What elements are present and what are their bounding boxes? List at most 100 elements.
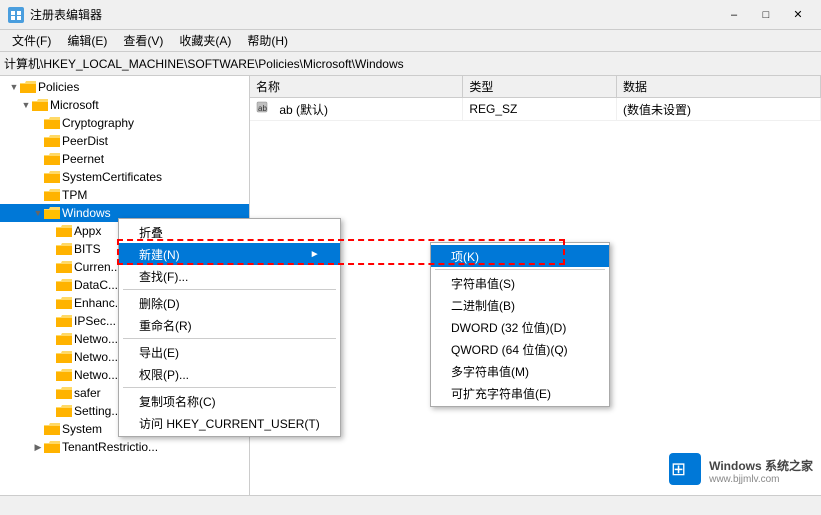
submenu-sep1	[435, 269, 605, 270]
folder-icon-system	[44, 422, 60, 436]
menu-help[interactable]: 帮助(H)	[239, 30, 296, 52]
tree-item-microsoft[interactable]: ▼ Microsoft	[0, 96, 249, 114]
menu-view[interactable]: 查看(V)	[115, 30, 171, 52]
folder-icon-peernet	[44, 152, 60, 166]
ctx-delete[interactable]: 删除(D)	[119, 292, 340, 314]
menu-edit[interactable]: 编辑(E)	[59, 30, 115, 52]
tree-label-appx: Appx	[74, 224, 101, 238]
folder-icon-ipsec	[56, 314, 72, 328]
cell-type: REG_SZ	[463, 98, 617, 121]
col-data: 数据	[617, 76, 821, 98]
tree-label-systemcerts: SystemCertificates	[62, 170, 162, 184]
folder-icon-peerdist	[44, 134, 60, 148]
ctx-copy-name[interactable]: 复制项名称(C)	[119, 390, 340, 412]
ctx-arrow-new: ►	[310, 249, 320, 260]
watermark: ⊞ Windows 系统之家 www.bjjmlv.com	[667, 451, 813, 490]
tree-item-peerdist[interactable]: ▶ PeerDist	[0, 132, 249, 150]
expand-icon-policies: ▼	[8, 81, 20, 93]
tree-label-tenantrestriction: TenantRestrictio...	[62, 440, 158, 454]
title-bar: 注册表编辑器 – □ ✕	[0, 0, 821, 30]
expand-icon-current: ▶	[44, 261, 56, 273]
table-row[interactable]: ab ab (默认) REG_SZ (数值未设置)	[250, 98, 821, 121]
folder-icon-netwo3	[56, 368, 72, 382]
expand-icon-tpm: ▶	[32, 189, 44, 201]
expand-icon-setting: ▶	[44, 405, 56, 417]
col-type: 类型	[463, 76, 617, 98]
expand-icon-microsoft: ▼	[20, 99, 32, 111]
tree-item-tenantrestriction[interactable]: ▶ TenantRestrictio...	[0, 438, 249, 456]
folder-icon-systemcerts	[44, 170, 60, 184]
expand-icon-appx: ▶	[44, 225, 56, 237]
watermark-url: www.bjjmlv.com	[709, 474, 813, 485]
entry-name: ab (默认)	[279, 103, 328, 117]
tree-item-systemcerts[interactable]: ▶ SystemCertificates	[0, 168, 249, 186]
tree-label-safer: safer	[74, 386, 101, 400]
ctx-rename-label: 重命名(R)	[139, 317, 192, 334]
col-name: 名称	[250, 76, 463, 98]
submenu-item-multi[interactable]: 多字符串值(M)	[431, 360, 609, 382]
tree-label-policies: Policies	[38, 80, 79, 94]
tree-item-peernet[interactable]: ▶ Peernet	[0, 150, 249, 168]
folder-icon-datac	[56, 278, 72, 292]
ctx-access-hkcu-label: 访问 HKEY_CURRENT_USER(T)	[139, 415, 320, 432]
tree-label-netwo1: Netwo...	[74, 332, 118, 346]
folder-icon-bits	[56, 242, 72, 256]
tree-item-tpm[interactable]: ▶ TPM	[0, 186, 249, 204]
submenu-item-qword[interactable]: QWORD (64 位值)(Q)	[431, 338, 609, 360]
submenu-item-string[interactable]: 字符串值(S)	[431, 272, 609, 294]
folder-icon-appx	[56, 224, 72, 238]
folder-icon-enhanc	[56, 296, 72, 310]
address-bar: 计算机\HKEY_LOCAL_MACHINE\SOFTWARE\Policies…	[0, 52, 821, 76]
tree-label-peerdist: PeerDist	[62, 134, 108, 148]
minimize-button[interactable]: –	[719, 5, 749, 25]
submenu-item-binary[interactable]: 二进制值(B)	[431, 294, 609, 316]
tree-item-policies[interactable]: ▼ Policies	[0, 78, 249, 96]
tree-label-ipsec: IPSec...	[74, 314, 116, 328]
ctx-rename[interactable]: 重命名(R)	[119, 314, 340, 336]
expand-icon-enhanc: ▶	[44, 297, 56, 309]
tree-label-tpm: TPM	[62, 188, 87, 202]
ctx-new[interactable]: 新建(N) ►	[119, 243, 340, 265]
tree-label-system: System	[62, 422, 102, 436]
menu-favorites[interactable]: 收藏夹(A)	[171, 30, 239, 52]
expand-icon-safer: ▶	[44, 387, 56, 399]
submenu-item-key[interactable]: 项(K)	[431, 245, 609, 267]
ctx-permissions[interactable]: 权限(P)...	[119, 363, 340, 385]
tree-item-cryptography[interactable]: ▶ Cryptography	[0, 114, 249, 132]
submenu-qword-label: QWORD (64 位值)(Q)	[451, 341, 568, 358]
submenu-item-expand[interactable]: 可扩充字符串值(E)	[431, 382, 609, 404]
close-button[interactable]: ✕	[783, 5, 813, 25]
tree-label-current: Curren...	[74, 260, 121, 274]
ctx-access-hkcu[interactable]: 访问 HKEY_CURRENT_USER(T)	[119, 412, 340, 434]
submenu-key-label: 项(K)	[451, 248, 479, 265]
app-icon	[8, 7, 24, 23]
submenu-binary-label: 二进制值(B)	[451, 297, 515, 314]
registry-table: 名称 类型 数据 ab ab (默认)	[250, 76, 821, 121]
tree-label-netwo2: Netwo...	[74, 350, 118, 364]
folder-icon-windows	[44, 206, 60, 220]
submenu-dword-label: DWORD (32 位值)(D)	[451, 319, 566, 336]
window-title: 注册表编辑器	[30, 6, 102, 23]
ctx-sep2	[123, 338, 336, 339]
folder-icon-cryptography	[44, 116, 60, 130]
expand-icon-datac: ▶	[44, 279, 56, 291]
tree-label-windows: Windows	[62, 206, 111, 220]
ctx-new-label: 新建(N)	[139, 246, 180, 263]
address-label: 计算机\HKEY_LOCAL_MACHINE\SOFTWARE\Policies…	[4, 55, 404, 72]
submenu[interactable]: 项(K) 字符串值(S) 二进制值(B) DWORD (32 位值)(D) QW…	[430, 242, 610, 407]
expand-icon-peernet: ▶	[32, 153, 44, 165]
expand-icon-netwo1: ▶	[44, 333, 56, 345]
ctx-export[interactable]: 导出(E)	[119, 341, 340, 363]
maximize-button[interactable]: □	[751, 5, 781, 25]
menu-file[interactable]: 文件(F)	[4, 30, 59, 52]
ctx-find[interactable]: 查找(F)...	[119, 265, 340, 287]
watermark-text-block: Windows 系统之家 www.bjjmlv.com	[709, 457, 813, 485]
folder-icon-policies	[20, 80, 36, 94]
watermark-icon: ⊞	[667, 451, 703, 490]
submenu-item-dword[interactable]: DWORD (32 位值)(D)	[431, 316, 609, 338]
expand-icon-peerdist: ▶	[32, 135, 44, 147]
context-menu[interactable]: 折叠 新建(N) ► 查找(F)... 删除(D) 重命名(R) 导出(E) 权…	[118, 218, 341, 437]
ctx-copy-name-label: 复制项名称(C)	[139, 393, 216, 410]
folder-icon-safer	[56, 386, 72, 400]
ctx-collapse[interactable]: 折叠	[119, 221, 340, 243]
